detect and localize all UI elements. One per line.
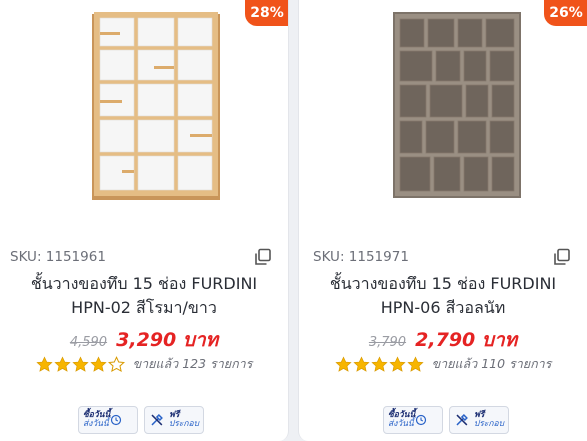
star-icon: [35, 355, 53, 372]
product-title[interactable]: ชั้นวางของทึบ 15 ช่อง FURDINI HPN-02 สีโ…: [14, 272, 274, 320]
product-card[interactable]: 28% SKU: 1151961 ชั้นวางของทึบ 15 ช่อง F…: [0, 0, 289, 441]
sku-row: SKU: 1151961: [10, 248, 272, 266]
clock-icon: [111, 414, 122, 426]
product-title-line2: HPN-06 สีวอลนัท: [380, 298, 506, 317]
old-price: 3,790: [368, 335, 407, 350]
copy-icon[interactable]: [254, 248, 272, 266]
sold-count: ขายแล้ว 123 รายการ: [132, 356, 253, 371]
old-price: 4,590: [69, 335, 108, 350]
star-icon: [89, 355, 107, 372]
service-badges: ซื้อวันนี้ ส่งวันนี้ ฟรี ประกอบ: [78, 406, 204, 434]
discount-badge: 28%: [245, 0, 288, 26]
price-row: 3,790 2,790 บาท: [299, 325, 587, 355]
sku-text: SKU: 1151961: [10, 249, 106, 265]
star-rating: [35, 355, 125, 373]
star-icon: [370, 355, 388, 372]
assembly-line2: ประกอบ: [473, 419, 504, 429]
product-title-line1: ชั้นวางของทึบ 15 ช่อง FURDINI: [329, 274, 557, 293]
star-icon: [352, 355, 370, 372]
sale-price: 2,790 บาท: [415, 329, 518, 351]
product-card[interactable]: 26% SKU: 1151971 ชั้นวางของทึบ 15 ช่อง F…: [298, 0, 587, 441]
copy-icon[interactable]: [553, 248, 571, 266]
assembly-line2: ประกอบ: [168, 419, 199, 429]
bookshelf-oak-white-image: [92, 12, 220, 200]
product-title-line2: HPN-02 สีโรมา/ขาว: [71, 298, 217, 317]
price-row: 4,590 3,290 บาท: [0, 325, 288, 355]
sale-price: 3,290 บาท: [116, 329, 219, 351]
sku-row: SKU: 1151971: [313, 248, 571, 266]
sku-text: SKU: 1151971: [313, 249, 409, 265]
star-icon: [71, 355, 89, 372]
delivery-line2: ส่งวันนี้: [83, 419, 109, 429]
bookshelf-walnut-image: [393, 12, 521, 198]
star-icon: [334, 355, 352, 372]
star-icon: [406, 355, 424, 372]
same-day-delivery-badge: ซื้อวันนี้ ส่งวันนี้: [78, 406, 138, 434]
tools-icon: [151, 414, 163, 426]
sold-count: ขายแล้ว 110 รายการ: [431, 356, 552, 371]
tools-icon: [456, 414, 468, 426]
product-image[interactable]: [70, 10, 240, 206]
product-title-line1: ชั้นวางของทึบ 15 ช่อง FURDINI: [30, 274, 258, 293]
star-rating: [334, 355, 424, 373]
star-icon: [53, 355, 71, 372]
free-assembly-badge: ฟรี ประกอบ: [449, 406, 509, 434]
service-badges: ซื้อวันนี้ ส่งวันนี้ ฟรี ประกอบ: [383, 406, 509, 434]
clock-icon: [416, 414, 427, 426]
product-title[interactable]: ชั้นวางของทึบ 15 ช่อง FURDINI HPN-06 สีว…: [313, 272, 573, 320]
star-outline-icon: [107, 355, 125, 372]
free-assembly-badge: ฟรี ประกอบ: [144, 406, 204, 434]
delivery-line2: ส่งวันนี้: [388, 419, 414, 429]
same-day-delivery-badge: ซื้อวันนี้ ส่งวันนี้: [383, 406, 443, 434]
star-icon: [388, 355, 406, 372]
rating-row: ขายแล้ว 123 รายการ: [0, 354, 288, 374]
rating-row: ขายแล้ว 110 รายการ: [299, 354, 587, 374]
product-image[interactable]: [387, 10, 557, 206]
